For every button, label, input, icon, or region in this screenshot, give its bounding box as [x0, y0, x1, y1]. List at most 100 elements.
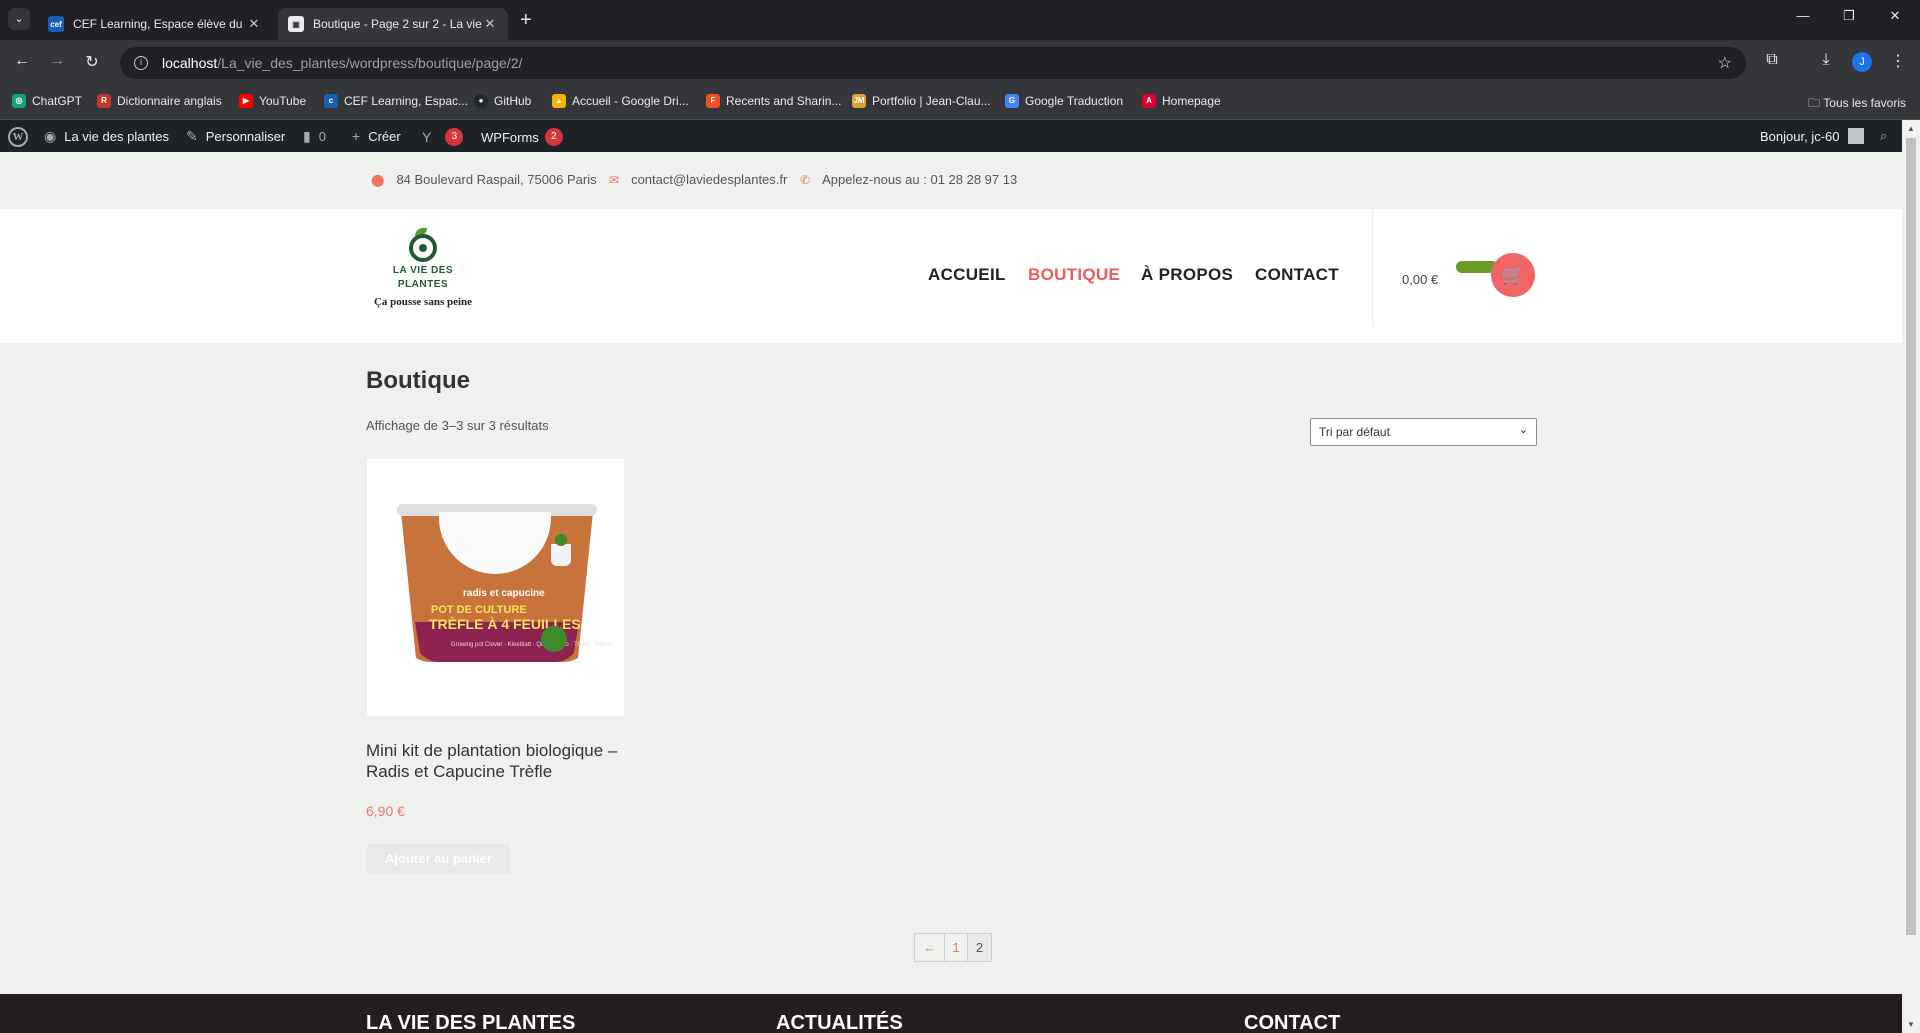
bookmark-portfolio[interactable]: JM Portfolio | Jean-Clau...: [852, 94, 991, 108]
admin-wpforms[interactable]: WPForms 2: [481, 128, 563, 146]
angular-icon: A: [1142, 94, 1156, 108]
new-tab-plus-icon[interactable]: +: [520, 9, 532, 32]
greeting-label: Bonjour, jc-60: [1760, 128, 1840, 144]
cart-icon[interactable]: 🛒: [1491, 253, 1535, 297]
pot-small-text: Growing pot Clover · Kleeblatt · Quadrif…: [451, 642, 612, 648]
menu-item-a-propos[interactable]: À PROPOS: [1141, 265, 1233, 285]
customize-label: Personnaliser: [205, 129, 286, 144]
site-tagline: Ça pousse sans peine: [373, 296, 473, 308]
admin-customize[interactable]: ✎ Personnaliser: [186, 128, 285, 145]
map-pin-icon: ⬤: [371, 172, 385, 187]
close-tab-icon[interactable]: ✕: [482, 16, 498, 32]
product-title[interactable]: Mini kit de plantation biologique – Radi…: [366, 740, 636, 782]
pagination-prev-arrow-icon[interactable]: ←: [915, 934, 945, 961]
logo-line1: LA VIE DES: [392, 265, 454, 276]
download-icon[interactable]: ⤓: [1814, 51, 1838, 69]
cef-icon: c: [324, 94, 338, 108]
chatgpt-icon: ◎: [12, 94, 26, 108]
sort-select[interactable]: Tri par défaut ⌄: [1310, 418, 1537, 446]
dashboard-icon: ◉: [44, 128, 57, 144]
browser-toolbar: ← → ↻ i localhost/La_vie_des_plantes/wor…: [0, 40, 1920, 86]
google-translate-icon: G: [1005, 94, 1019, 108]
page-scrollbar[interactable]: ▲ ▼: [1902, 120, 1920, 1033]
browser-tab-boutique[interactable]: ▣ Boutique - Page 2 sur 2 - La vie ✕: [278, 8, 508, 40]
phone-icon: ✆: [800, 172, 811, 187]
pot-line1: POT DE CULTURE: [431, 604, 527, 616]
footer-heading-about: LA VIE DES PLANTES: [366, 1012, 576, 1033]
phone-text: Appelez-nous au : 01 28 28 97 13: [822, 172, 1018, 187]
bookmark-figma[interactable]: F Recents and Sharin...: [706, 94, 841, 108]
pagination-page-1[interactable]: 1: [945, 934, 968, 961]
extensions-icon[interactable]: ⧉: [1760, 51, 1784, 69]
wpforms-label: WPForms: [481, 129, 539, 145]
close-tab-icon[interactable]: ✕: [246, 16, 262, 32]
comment-count: 0: [318, 129, 326, 144]
footer-heading-contact: CONTACT: [1244, 1012, 1341, 1033]
yoast-badge: 3: [445, 128, 464, 146]
site-info-icon[interactable]: i: [134, 56, 148, 70]
product-image[interactable]: radis et capucine POT DE CULTURE TRÈFLE …: [367, 459, 624, 716]
bookmark-github[interactable]: ● GitHub: [474, 94, 531, 108]
bookmark-chatgpt[interactable]: ◎ ChatGPT: [12, 94, 82, 108]
bookmarks-bar: ◎ ChatGPT R Dictionnaire anglais ▶ YouTube …: [0, 86, 1920, 120]
site-header: LA VIE DES PLANTES Ça pousse sans peine …: [0, 209, 1902, 343]
admin-search-icon[interactable]: ⌕: [1880, 128, 1887, 144]
brush-icon: ✎: [186, 128, 198, 144]
cart-total[interactable]: 0,00 €: [1402, 272, 1438, 287]
plus-icon: +: [352, 128, 361, 144]
browser-menu-icon[interactable]: ⋮: [1886, 51, 1910, 71]
menu-item-boutique[interactable]: BOUTIQUE: [1028, 265, 1120, 285]
github-icon: ●: [474, 94, 488, 108]
bookmark-google-drive[interactable]: ▲ Accueil - Google Dri...: [552, 94, 689, 108]
browser-tab-bar: ⌄ cef CEF Learning, Espace élève du C ✕ …: [0, 0, 1920, 40]
all-bookmarks[interactable]: 🗀 Tous les favoris: [1808, 94, 1906, 115]
cef-favicon-icon: cef: [48, 16, 64, 32]
address-info: ⬤ 84 Boulevard Raspail, 75006 Paris: [371, 172, 597, 187]
close-window-icon[interactable]: ✕: [1872, 8, 1918, 24]
menu-item-accueil[interactable]: ACCUEIL: [928, 265, 1006, 285]
bookmark-cef[interactable]: c CEF Learning, Espac...: [324, 94, 468, 108]
restore-icon[interactable]: ❐: [1826, 8, 1872, 24]
admin-account[interactable]: Bonjour, jc-60: [1760, 128, 1864, 144]
bookmark-youtube[interactable]: ▶ YouTube: [239, 94, 306, 108]
add-to-cart-button[interactable]: Ajouter au panier: [367, 844, 510, 874]
envelope-icon: ✉: [609, 172, 620, 187]
profile-avatar[interactable]: J: [1852, 52, 1872, 72]
reload-icon[interactable]: ↻: [81, 52, 103, 72]
admin-yoast[interactable]: Y3: [422, 128, 464, 146]
result-count: Affichage de 3–3 sur 3 résultats: [366, 418, 549, 433]
bookmark-google-traduction[interactable]: G Google Traduction: [1005, 94, 1123, 108]
wordpress-logo-icon[interactable]: W: [8, 127, 28, 147]
admin-create[interactable]: + Créer: [352, 128, 401, 144]
admin-comments[interactable]: ▮ 0: [303, 128, 326, 145]
bookmark-star-icon[interactable]: ☆: [1718, 53, 1732, 73]
site-logo[interactable]: LA VIE DES PLANTES Ça pousse sans peine: [368, 228, 478, 308]
page-title: Boutique: [366, 367, 470, 394]
tab-title: Boutique - Page 2 sur 2 - La vie: [313, 17, 482, 31]
forward-arrow-icon[interactable]: →: [46, 52, 68, 70]
bookmark-label: ChatGPT: [32, 94, 83, 108]
browser-tab-cef[interactable]: cef CEF Learning, Espace élève du C ✕: [38, 8, 272, 40]
bookmark-homepage[interactable]: A Homepage: [1142, 94, 1221, 108]
bookmark-dictionnaire[interactable]: R Dictionnaire anglais: [97, 94, 222, 108]
create-label: Créer: [368, 128, 401, 144]
email-text[interactable]: contact@laviedesplantes.fr: [631, 172, 787, 187]
top-info-bar: ⬤ 84 Boulevard Raspail, 75006 Paris ✉ cont…: [0, 152, 1902, 209]
email-info[interactable]: ✉ contact@laviedesplantes.fr: [609, 172, 787, 187]
google-drive-icon: ▲: [552, 94, 566, 108]
admin-site-name[interactable]: ◉ La vie des plantes: [44, 128, 169, 145]
comment-icon: ▮: [303, 128, 311, 144]
back-arrow-icon[interactable]: ←: [11, 52, 33, 70]
address-bar[interactable]: i localhost/La_vie_des_plantes/wordpress…: [120, 47, 1746, 79]
minimize-icon[interactable]: —: [1780, 8, 1826, 23]
scroll-up-icon[interactable]: ▲: [1902, 124, 1920, 133]
bookmark-label: Dictionnaire anglais: [117, 94, 222, 108]
menu-item-contact[interactable]: CONTACT: [1255, 265, 1339, 285]
scroll-down-icon[interactable]: ▼: [1902, 1020, 1920, 1029]
mini-pot: [551, 544, 571, 566]
address-text: 84 Boulevard Raspail, 75006 Paris: [396, 172, 597, 187]
tab-search-button[interactable]: ⌄: [8, 8, 30, 30]
avatar: [1847, 128, 1864, 144]
site-name-label: La vie des plantes: [64, 129, 170, 144]
scrollbar-thumb[interactable]: [1906, 138, 1916, 935]
